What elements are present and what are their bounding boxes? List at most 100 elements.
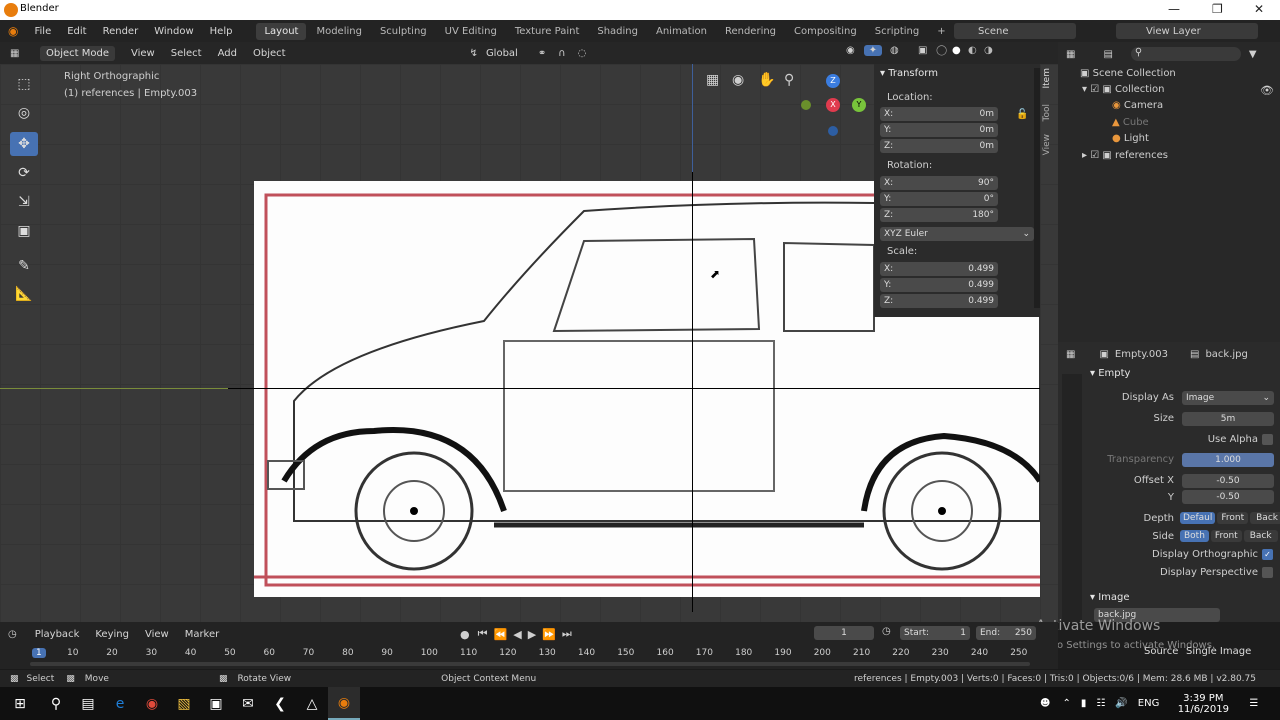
tab-modeling[interactable]: Modeling	[308, 23, 370, 40]
blender-taskbar-icon[interactable]: ◉	[328, 687, 360, 720]
image-section-header[interactable]: ▾ Image	[1090, 592, 1130, 603]
measure-tool-icon[interactable]: 📐	[10, 282, 38, 306]
tab-scripting[interactable]: Scripting	[867, 23, 927, 40]
rotation-z-field[interactable]: Z: 180°	[880, 208, 998, 222]
language-indicator[interactable]: ENG	[1138, 698, 1160, 709]
tab-texture-paint[interactable]: Texture Paint	[507, 23, 588, 40]
shading-solid-icon[interactable]: ●	[952, 45, 968, 56]
menu-file[interactable]: File	[26, 26, 59, 37]
gizmo-neg-y-icon[interactable]	[801, 100, 811, 110]
close-icon[interactable]: ✕	[1254, 2, 1264, 16]
search-icon[interactable]: ⚲	[40, 687, 72, 720]
timeline-menu-marker[interactable]: Marker	[177, 629, 228, 640]
display-persp-checkbox[interactable]	[1262, 567, 1273, 578]
outliner-item-cube[interactable]: ▲ Cube	[1112, 117, 1149, 128]
proportional-edit-icon[interactable]: ◌	[578, 48, 587, 59]
overlay-icon[interactable]: ◍	[890, 45, 908, 56]
use-alpha-checkbox[interactable]	[1262, 434, 1273, 445]
clock[interactable]: 3:39 PM 11/6/2019	[1173, 693, 1233, 715]
maximize-icon[interactable]: ❐	[1212, 2, 1223, 16]
zoom-icon[interactable]: ⚲	[784, 72, 794, 88]
viewport-menu-add[interactable]: Add	[210, 48, 245, 59]
outliner-item-camera[interactable]: ◉ Camera	[1112, 100, 1163, 111]
display-as-dropdown[interactable]: Image ⌄	[1182, 391, 1274, 405]
orientation-dropdown[interactable]: Global	[478, 48, 526, 59]
lock-icon[interactable]: 🔓	[1016, 109, 1028, 120]
size-field[interactable]: 5m	[1182, 412, 1274, 426]
depth-front-button[interactable]: Front	[1217, 512, 1249, 524]
volume-icon[interactable]: 🔊	[1115, 698, 1127, 709]
side-both-button[interactable]: Both	[1180, 530, 1209, 542]
gizmo-neg-z-icon[interactable]	[828, 126, 838, 136]
record-icon[interactable]: ●	[460, 628, 470, 641]
play-icon[interactable]: ▶	[528, 628, 536, 641]
menu-help[interactable]: Help	[202, 26, 241, 37]
scale-y-field[interactable]: Y: 0.499	[880, 278, 998, 292]
jump-start-icon[interactable]: ⏮	[478, 627, 488, 641]
xray-icon[interactable]: ▣	[918, 45, 936, 56]
people-icon[interactable]: ☻	[1040, 698, 1050, 709]
snap-icon[interactable]: ∩	[558, 48, 565, 59]
menu-window[interactable]: Window	[146, 26, 201, 37]
minimize-icon[interactable]: —	[1168, 2, 1180, 16]
pivot-icon[interactable]: ⚭	[538, 48, 546, 59]
vscode-icon[interactable]: ❮	[264, 687, 296, 720]
mail-icon[interactable]: ✉	[232, 687, 264, 720]
viewport-menu-view[interactable]: View	[123, 48, 163, 59]
tab-view[interactable]: View	[1042, 134, 1056, 155]
rotation-mode-dropdown[interactable]: XYZ Euler ⌄	[880, 227, 1034, 241]
location-x-field[interactable]: X: 0m	[880, 107, 998, 121]
chrome-icon[interactable]: ◉	[136, 687, 168, 720]
location-y-field[interactable]: Y: 0m	[880, 123, 998, 137]
side-back-button[interactable]: Back	[1243, 530, 1278, 542]
unity-icon[interactable]: △	[296, 687, 328, 720]
rotation-x-field[interactable]: X: 90°	[880, 176, 998, 190]
shading-material-icon[interactable]: ◐	[968, 45, 984, 56]
properties-tab-strip[interactable]	[1062, 374, 1082, 622]
scale-tool-icon[interactable]: ⇲	[10, 190, 38, 214]
timeline-menu-playback[interactable]: Playback	[27, 629, 88, 640]
next-keyframe-icon[interactable]: ⏩	[542, 628, 556, 641]
tab-tool[interactable]: Tool	[1042, 104, 1056, 121]
cursor-tool-icon[interactable]: ◎	[10, 101, 38, 125]
chevron-up-icon[interactable]: ⌃	[1062, 698, 1070, 709]
viewport-menu-object[interactable]: Object	[245, 48, 294, 59]
gizmo-icon[interactable]: ✦	[864, 45, 882, 56]
timeline-scrollbar[interactable]	[30, 662, 1030, 666]
start-frame-field[interactable]: Start: 1	[900, 626, 970, 640]
offset-x-field[interactable]: -0.50	[1182, 474, 1274, 488]
tab-shading[interactable]: Shading	[589, 23, 646, 40]
network-icon[interactable]: ☷	[1096, 698, 1105, 709]
task-view-icon[interactable]: ▤	[72, 687, 104, 720]
current-frame-field[interactable]: 1	[814, 626, 874, 640]
pan-hand-icon[interactable]: ✋	[758, 72, 775, 88]
gizmo-x-icon[interactable]: X	[826, 98, 840, 112]
end-frame-field[interactable]: End: 250	[976, 626, 1036, 640]
prev-keyframe-icon[interactable]: ⏪	[494, 628, 508, 641]
editor-type-icon[interactable]: ▦	[10, 48, 30, 59]
transparency-field[interactable]: 1.000	[1182, 453, 1274, 467]
tab-item[interactable]: Item	[1042, 68, 1056, 89]
menu-render[interactable]: Render	[95, 26, 147, 37]
source-dropdown[interactable]: Single Image	[1186, 646, 1251, 657]
blender-menu-icon[interactable]: ◉	[8, 24, 18, 38]
depth-back-button[interactable]: Back	[1250, 512, 1280, 524]
add-workspace-icon[interactable]: +	[929, 23, 953, 40]
gizmo-y-icon[interactable]: Y	[852, 98, 866, 112]
clock-icon[interactable]: ◷	[882, 626, 891, 637]
tab-compositing[interactable]: Compositing	[786, 23, 865, 40]
outliner-item-references[interactable]: ▸ ☑ ▣ references	[1082, 150, 1168, 161]
outliner-item-light[interactable]: ● Light	[1112, 133, 1149, 144]
offset-y-field[interactable]: -0.50	[1182, 490, 1274, 504]
file-explorer-icon[interactable]: ▧	[168, 687, 200, 720]
view-layer-selector[interactable]: View Layer	[1116, 23, 1258, 39]
camera-view-icon[interactable]: ◉	[732, 72, 744, 88]
depth-default-button[interactable]: Defaul	[1180, 512, 1216, 524]
outliner-search-input[interactable]: ⚲	[1130, 47, 1241, 61]
empty-section-header[interactable]: ▾ Empty	[1090, 368, 1130, 379]
move-tool-icon[interactable]: ✥	[10, 132, 38, 156]
battery-icon[interactable]: ▮	[1081, 698, 1087, 709]
tab-rendering[interactable]: Rendering	[717, 23, 784, 40]
timeline-menu-keying[interactable]: Keying	[87, 629, 137, 640]
timeline-editor-icon[interactable]: ◷	[8, 629, 17, 640]
